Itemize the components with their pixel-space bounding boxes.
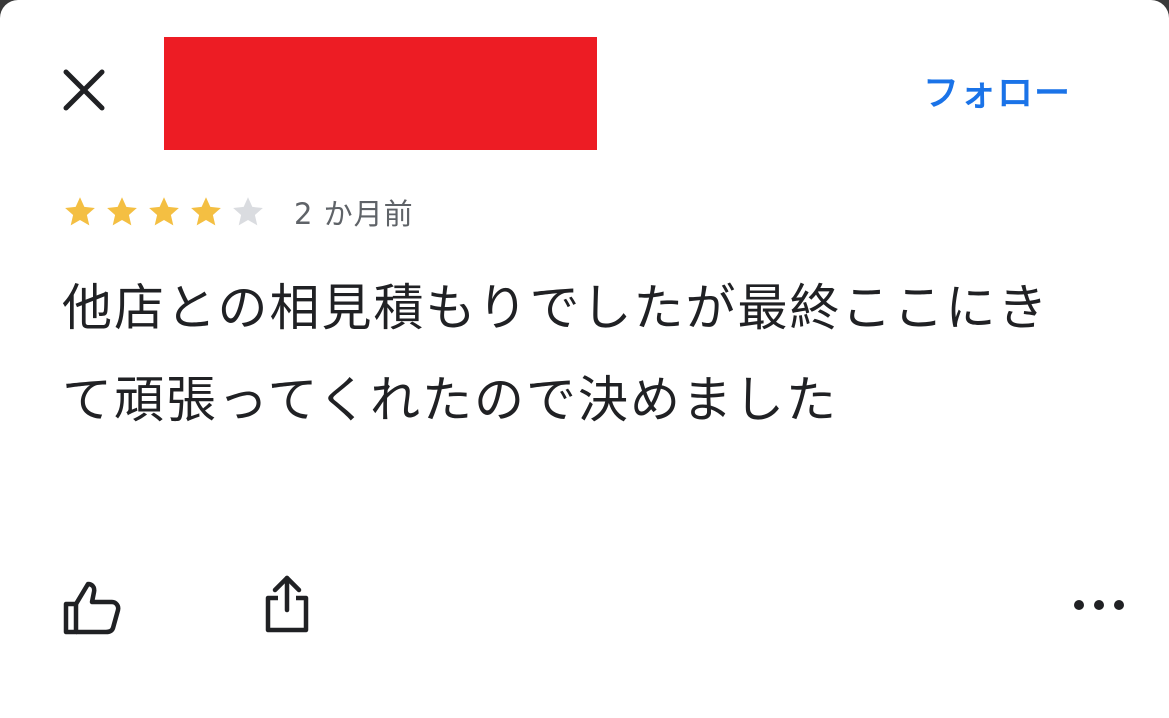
star-filled-icon [65, 197, 95, 226]
review-card: フォロー 2 か月前 他店との相見積もりでしたが最終ここにきて頑張ってくれたので… [0, 0, 1169, 718]
star-filled-icon [107, 197, 137, 226]
star-filled-icon [191, 197, 221, 226]
star-filled-icon [149, 197, 179, 226]
close-icon [63, 69, 105, 111]
review-text: 他店との相見積もりでしたが最終ここにきて頑張ってくれたので決めました [62, 279, 1050, 429]
share-icon [265, 575, 309, 633]
star-empty-icon [233, 197, 263, 226]
more-options-button[interactable] [1070, 590, 1128, 620]
more-horiz-icon [1074, 600, 1124, 610]
rating-row: 2 か月前 [62, 190, 414, 234]
star-rating [62, 194, 272, 230]
follow-button[interactable]: フォロー [923, 64, 1071, 116]
like-button[interactable] [60, 578, 124, 636]
share-button[interactable] [262, 572, 312, 634]
thumbs-up-icon [63, 581, 121, 635]
close-button[interactable] [56, 62, 112, 118]
review-time: 2 か月前 [294, 197, 414, 231]
redacted-reviewer-name [164, 37, 597, 150]
